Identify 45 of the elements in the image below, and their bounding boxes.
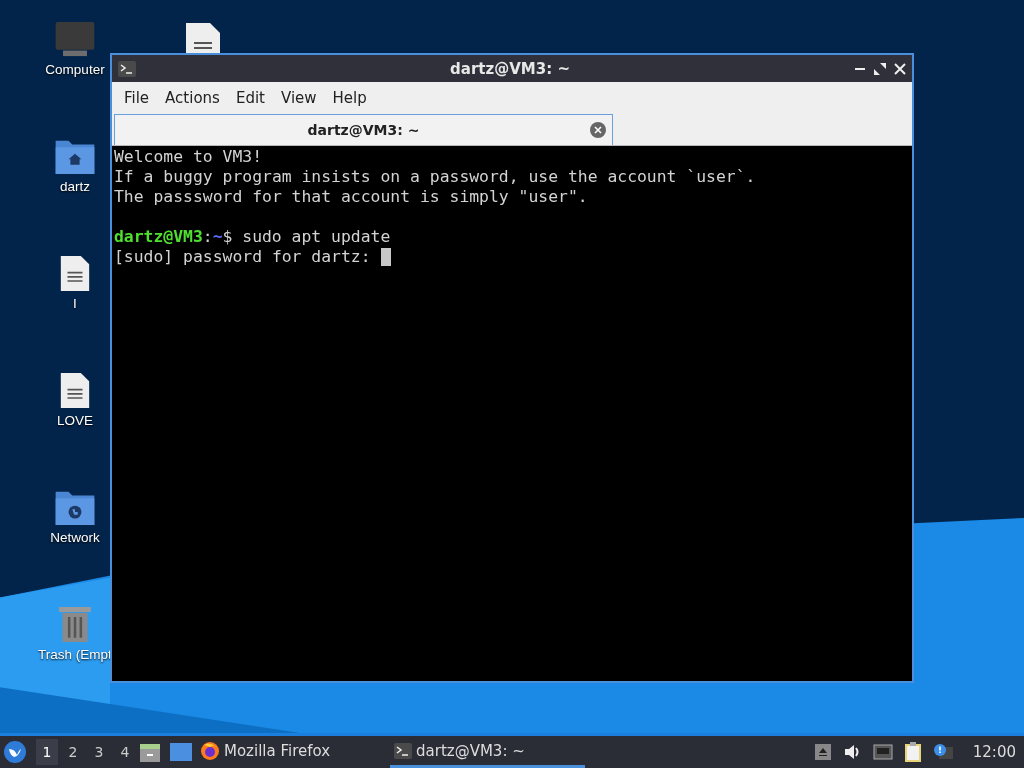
terminal-text: The passsword for that account is simply "user". xyxy=(114,187,588,207)
workspace-button[interactable]: 4 xyxy=(114,739,136,765)
desktop-icon-label[interactable]: Network xyxy=(50,530,100,545)
eject-icon[interactable] xyxy=(814,744,831,760)
volume-icon[interactable] xyxy=(842,744,861,760)
taskbar-task[interactable]: Mozilla Firefox xyxy=(196,736,386,768)
terminal-text: [sudo] password for dartz: xyxy=(114,247,371,267)
terminal-command: sudo apt update xyxy=(242,227,391,247)
desktop-icon-label[interactable]: LOVE xyxy=(57,413,93,428)
notification-icon[interactable] xyxy=(932,743,953,761)
terminal-tab[interactable]: dartz@VM3: ~ xyxy=(114,114,613,145)
trash-icon xyxy=(56,607,94,642)
taskbar-task[interactable]: dartz@VM3: ~ xyxy=(390,736,585,768)
close-icon[interactable] xyxy=(590,122,606,138)
desktop-icon-label[interactable]: dartz xyxy=(60,179,90,194)
close-icon[interactable] xyxy=(894,62,906,75)
prompt-path: ~ xyxy=(212,227,223,247)
terminal-icon xyxy=(394,742,412,759)
start-menu-icon[interactable] xyxy=(4,741,26,763)
menu-item[interactable]: Actions xyxy=(157,88,228,107)
terminal-icon xyxy=(118,60,136,77)
clipboard-icon[interactable] xyxy=(904,742,921,762)
prompt-symbol: $ xyxy=(222,227,233,247)
network-icon[interactable] xyxy=(872,744,893,760)
firefox-icon xyxy=(200,740,220,761)
computer-icon xyxy=(54,22,96,57)
terminal-text: If a buggy program insists on a password, use the account `user`. xyxy=(114,167,756,187)
workspace-button[interactable]: 1 xyxy=(36,739,58,765)
desktop-icon-label[interactable]: Computer xyxy=(45,62,105,77)
workspace-button[interactable]: 2 xyxy=(62,739,84,765)
prompt-user: dartz@VM3 xyxy=(114,227,203,247)
prompt-separator: : xyxy=(202,227,213,247)
terminal-text: Welcome to VM3! xyxy=(114,147,263,167)
document-icon xyxy=(186,23,220,53)
menu-item[interactable]: Edit xyxy=(227,88,273,107)
menu-item[interactable]: View xyxy=(272,88,325,107)
workspace-button[interactable]: 3 xyxy=(88,739,110,765)
window-title: dartz@VM3: ~ xyxy=(449,59,571,78)
menu-item[interactable]: Help xyxy=(324,88,375,107)
clock[interactable]: 12:00 xyxy=(972,743,1016,761)
text-cursor xyxy=(380,248,391,266)
maximize-icon[interactable] xyxy=(874,62,886,75)
menu-item[interactable]: File xyxy=(116,88,158,107)
desktop-icon-label[interactable]: I xyxy=(73,296,77,311)
file-cabinet-icon[interactable] xyxy=(140,742,160,762)
